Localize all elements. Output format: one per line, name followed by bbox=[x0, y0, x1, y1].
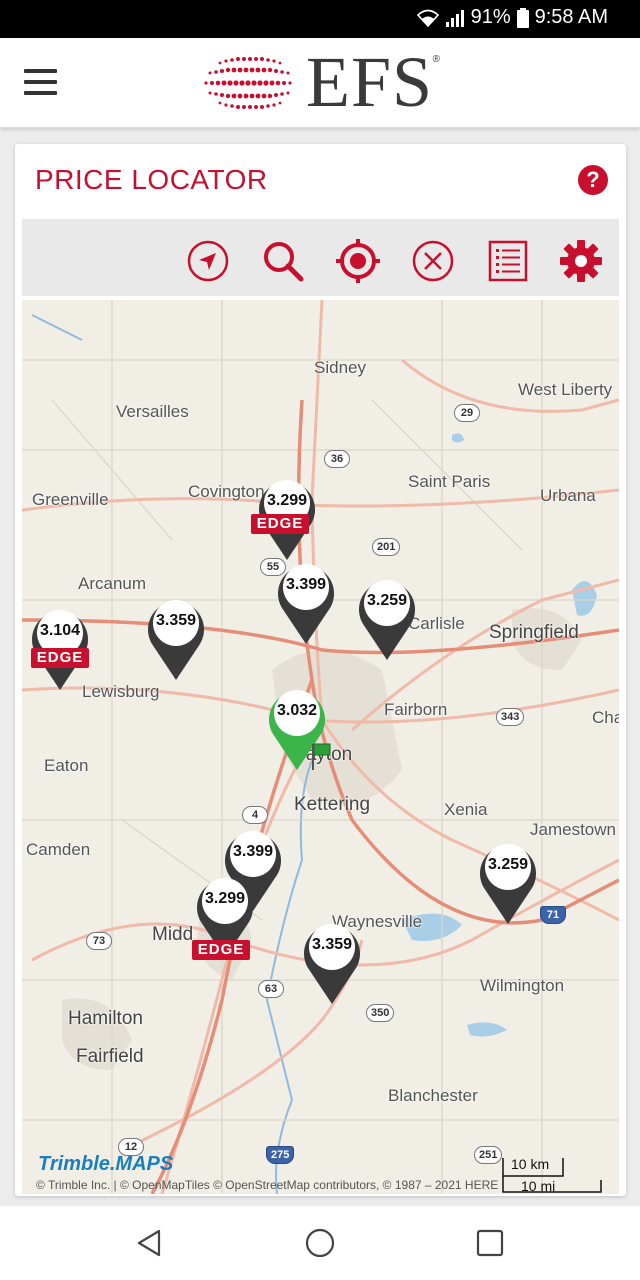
map-label-jamestown: Jamestown bbox=[530, 820, 616, 839]
price-label: 3.359 bbox=[155, 612, 197, 629]
map-label-versailles: Versailles bbox=[116, 402, 189, 421]
map-label-covington: Covington bbox=[188, 482, 265, 501]
map-scale: 10 km 10 mi bbox=[501, 1154, 611, 1194]
price-label: 3.299 bbox=[266, 492, 308, 509]
route-shield: 350 bbox=[366, 1004, 395, 1022]
navigate-icon[interactable] bbox=[185, 238, 231, 284]
price-label: 3.359 bbox=[311, 936, 353, 953]
list-icon[interactable] bbox=[485, 238, 531, 284]
map-label-lewisburg: Lewisburg bbox=[82, 682, 160, 701]
edge-badge: EDGE bbox=[251, 514, 309, 534]
menu-icon[interactable] bbox=[24, 69, 57, 95]
battery-icon bbox=[516, 7, 529, 28]
map-label-springfield: Springfield bbox=[489, 622, 579, 643]
price-pin[interactable]: 3.399 bbox=[274, 556, 338, 648]
map-label-xenia: Xenia bbox=[444, 800, 488, 819]
map-label-hamilton: Hamilton bbox=[68, 1008, 143, 1029]
route-shield: 29 bbox=[454, 404, 480, 422]
route-shield: 63 bbox=[258, 980, 284, 998]
map-label-kettering: Kettering bbox=[294, 794, 371, 815]
recents-icon[interactable] bbox=[473, 1226, 507, 1260]
map-label-eaton: Eaton bbox=[44, 756, 89, 775]
clear-icon[interactable] bbox=[410, 238, 456, 284]
map-label-wilmington: Wilmington bbox=[480, 976, 565, 995]
settings-icon[interactable] bbox=[558, 238, 604, 284]
edge-badge: EDGE bbox=[192, 940, 250, 960]
price-locator-card: PRICE LOCATOR ? Sidney West Liberty Vers… bbox=[15, 144, 626, 1196]
route-shield: 343 bbox=[496, 708, 525, 726]
edge-badge: EDGE bbox=[31, 648, 89, 668]
help-icon[interactable]: ? bbox=[578, 165, 608, 195]
home-icon[interactable] bbox=[303, 1226, 337, 1260]
back-icon[interactable] bbox=[133, 1226, 167, 1260]
clock: 9:58 AM bbox=[534, 6, 608, 28]
map-label-camden: Camden bbox=[26, 840, 91, 859]
logo-registered: ® bbox=[432, 54, 440, 65]
scale-mi: 10 mi bbox=[521, 1178, 556, 1194]
map-label-arcanum: Arcanum bbox=[78, 574, 147, 593]
status-bar: 91% 9:58 AM bbox=[0, 0, 640, 38]
price-label: 3.259 bbox=[366, 592, 408, 609]
route-shield: 275 bbox=[266, 1146, 295, 1164]
price-pin[interactable]: 3.259 bbox=[355, 572, 419, 664]
destination-flag-icon bbox=[312, 743, 331, 770]
route-shield: 201 bbox=[372, 538, 401, 556]
locate-icon[interactable] bbox=[335, 238, 381, 284]
scale-km: 10 km bbox=[511, 1156, 550, 1172]
map-label-cha: Cha bbox=[592, 708, 619, 727]
price-pin[interactable]: 3.359 bbox=[144, 592, 208, 684]
price-label: 3.399 bbox=[232, 843, 274, 860]
route-shield: 36 bbox=[324, 450, 350, 468]
wifi-icon bbox=[416, 9, 439, 27]
logo-wordmark: EFS bbox=[306, 42, 434, 122]
page-title: PRICE LOCATOR bbox=[35, 164, 268, 195]
app-bar: EFS ® bbox=[0, 38, 640, 128]
map-label-urbana: Urbana bbox=[540, 486, 596, 505]
price-pin[interactable]: 3.359 bbox=[300, 916, 364, 1008]
route-shield: 73 bbox=[86, 932, 112, 950]
trimble-maps-logo: Trimble.MAPS bbox=[38, 1153, 174, 1175]
search-icon[interactable] bbox=[260, 238, 306, 284]
price-label: 3.104 bbox=[39, 622, 81, 639]
price-label: 3.399 bbox=[285, 576, 327, 593]
map-label-middletown: Midd bbox=[152, 924, 194, 945]
signal-icon bbox=[445, 9, 464, 27]
map-label-sidney: Sidney bbox=[314, 358, 366, 377]
route-shield: 4 bbox=[242, 806, 268, 824]
map-label-west-liberty: West Liberty bbox=[518, 380, 613, 399]
android-nav-bar bbox=[0, 1206, 640, 1280]
map-label-greenville: Greenville bbox=[32, 490, 109, 509]
route-shield: 71 bbox=[540, 906, 566, 924]
route-shield: 251 bbox=[474, 1146, 503, 1164]
efs-logo: EFS ® bbox=[200, 42, 440, 122]
status-icons: 91% 9:58 AM bbox=[416, 6, 608, 29]
map-label-fairborn: Fairborn bbox=[384, 700, 448, 719]
price-label: 3.259 bbox=[487, 856, 529, 873]
price-label: 3.299 bbox=[204, 890, 246, 907]
logo-dots-icon bbox=[204, 57, 292, 109]
map-label-saint-paris: Saint Paris bbox=[408, 472, 491, 491]
battery-percent: 91% bbox=[470, 6, 511, 28]
map-toolbar bbox=[22, 219, 619, 296]
map-label-fairfield: Fairfield bbox=[76, 1046, 144, 1067]
map-label-blanchester: Blanchester bbox=[388, 1086, 478, 1105]
map-view[interactable]: Sidney West Liberty Versailles Saint Par… bbox=[22, 300, 619, 1194]
price-label: 3.032 bbox=[276, 702, 318, 719]
price-pin[interactable]: 3.259 bbox=[476, 836, 540, 928]
